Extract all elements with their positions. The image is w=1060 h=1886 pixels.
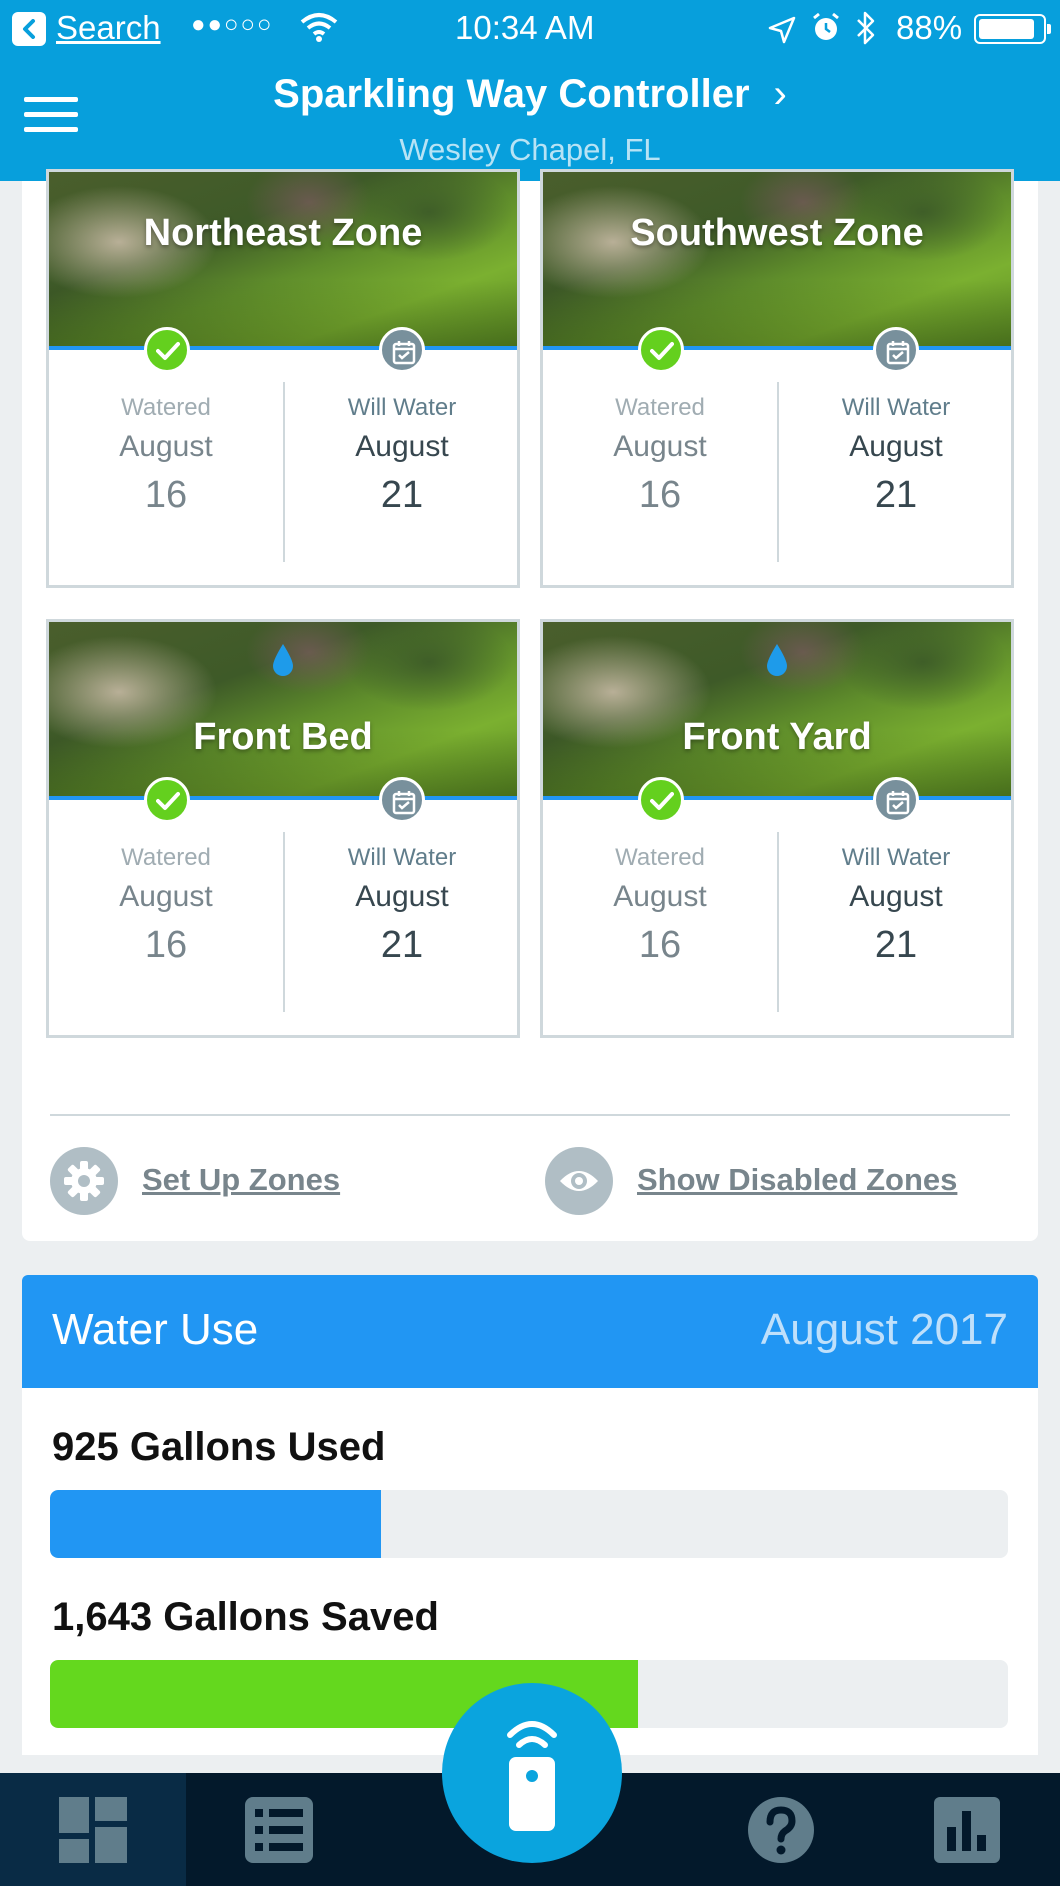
divider — [50, 1114, 1010, 1116]
gear-icon — [50, 1147, 118, 1215]
clock: 10:34 AM — [455, 9, 595, 46]
water-use-title: Water Use — [52, 1305, 259, 1354]
help-icon — [748, 1796, 814, 1863]
watered-day: 16 — [638, 474, 682, 516]
controller-title[interactable]: Sparkling Way Controller › — [0, 72, 1060, 117]
zone-name: Front Yard — [682, 716, 872, 758]
watered-month: August — [119, 430, 213, 463]
will-water-day: 21 — [380, 924, 424, 966]
next-watering: Will Water August 21 — [779, 394, 1013, 517]
watered-label: Watered — [121, 394, 211, 421]
will-water-day: 21 — [874, 474, 918, 516]
last-watered: Watered August 16 — [49, 844, 283, 967]
watered-month: August — [119, 880, 213, 913]
will-water-month: August — [355, 430, 449, 463]
show-disabled-zones-button[interactable]: Show Disabled Zones — [545, 1147, 1015, 1217]
zone-card[interactable]: Front Yard Watered August 16 Will Water … — [540, 619, 1014, 1038]
back-to-search-link[interactable]: Search — [56, 9, 161, 47]
last-watered: Watered August 16 — [543, 394, 777, 517]
will-water-month: August — [849, 430, 943, 463]
zone-photo — [543, 172, 1011, 350]
calendar-icon — [873, 327, 919, 373]
zone-name: Front Bed — [193, 716, 373, 758]
will-water-label: Will Water — [347, 394, 457, 421]
gallons-used-label: 925 Gallons Used — [52, 1425, 386, 1469]
zone-card[interactable]: Northeast Zone Watered August 16 Will Wa… — [46, 169, 520, 588]
zone-card[interactable]: Front Bed Watered August 16 Will Water A… — [46, 619, 520, 1038]
gallons-saved-label: 1,643 Gallons Saved — [52, 1595, 439, 1639]
calendar-icon — [379, 327, 425, 373]
zone-name: Northeast Zone — [143, 212, 423, 254]
water-drop-icon — [273, 644, 293, 676]
eye-icon — [545, 1147, 613, 1215]
watered-day: 16 — [144, 924, 188, 966]
gallons-used-bar — [50, 1490, 381, 1558]
last-watered: Watered August 16 — [49, 394, 283, 517]
dashboard-icon — [59, 1796, 127, 1863]
will-water-month: August — [849, 880, 943, 913]
zone-card[interactable]: Southwest Zone Watered August 16 Will Wa… — [540, 169, 1014, 588]
will-water-label: Will Water — [347, 844, 457, 871]
last-watered: Watered August 16 — [543, 844, 777, 967]
cell-signal-indicator: ●●○○○ — [191, 11, 274, 38]
watered-day: 16 — [638, 924, 682, 966]
water-use-month[interactable]: August 2017 — [761, 1305, 1008, 1355]
battery-icon — [974, 14, 1051, 44]
controller-location: Wesley Chapel, FL — [399, 132, 661, 167]
water-drop-icon — [767, 644, 787, 676]
zone-photo — [49, 172, 517, 350]
gallons-used-track — [50, 1490, 1008, 1558]
bluetooth-icon — [855, 10, 877, 54]
remote-control-button[interactable] — [442, 1683, 622, 1863]
will-water-day: 21 — [380, 474, 424, 516]
location-arrow-icon — [768, 14, 796, 52]
battery-percentage: 88% — [896, 9, 963, 46]
wifi-icon — [300, 12, 338, 50]
watered-label: Watered — [121, 844, 211, 871]
calendar-icon — [379, 777, 425, 823]
tab-help[interactable] — [688, 1773, 874, 1886]
reports-icon — [934, 1796, 1000, 1863]
set-up-zones-link[interactable]: Set Up Zones — [142, 1162, 340, 1198]
water-use-header: Water Use August 2017 — [22, 1275, 1038, 1388]
watered-check-icon — [638, 327, 684, 373]
set-up-zones-button[interactable]: Set Up Zones — [50, 1147, 400, 1217]
top-bar: Search ●●○○○ 10:34 AM 88% Sparkling Way … — [0, 0, 1060, 181]
next-watering: Will Water August 21 — [779, 844, 1013, 967]
controller-name: Sparkling Way Controller — [273, 72, 750, 116]
watered-check-icon — [144, 777, 190, 823]
watered-month: August — [613, 430, 707, 463]
show-disabled-zones-link[interactable]: Show Disabled Zones — [637, 1162, 957, 1198]
zone-name: Southwest Zone — [630, 212, 924, 254]
tab-schedule[interactable] — [186, 1773, 372, 1886]
tab-dashboard[interactable] — [0, 1773, 186, 1886]
will-water-month: August — [355, 880, 449, 913]
watered-day: 16 — [144, 474, 188, 516]
remote-icon — [507, 1721, 557, 1831]
zones-panel: Northeast Zone Watered August 16 Will Wa… — [22, 169, 1038, 1241]
schedule-list-icon — [245, 1796, 313, 1863]
watered-month: August — [613, 880, 707, 913]
chevron-right-icon: › — [773, 72, 787, 116]
tab-reports[interactable] — [874, 1773, 1060, 1886]
next-watering: Will Water August 21 — [285, 844, 519, 967]
watered-label: Watered — [615, 844, 705, 871]
will-water-day: 21 — [874, 924, 918, 966]
will-water-label: Will Water — [841, 844, 951, 871]
watered-check-icon — [144, 327, 190, 373]
back-arrow-icon[interactable] — [12, 12, 46, 46]
status-bar: Search ●●○○○ 10:34 AM 88% — [0, 0, 1060, 58]
watered-check-icon — [638, 777, 684, 823]
calendar-icon — [873, 777, 919, 823]
alarm-clock-icon — [811, 12, 841, 52]
next-watering: Will Water August 21 — [285, 394, 519, 517]
watered-label: Watered — [615, 394, 705, 421]
will-water-label: Will Water — [841, 394, 951, 421]
